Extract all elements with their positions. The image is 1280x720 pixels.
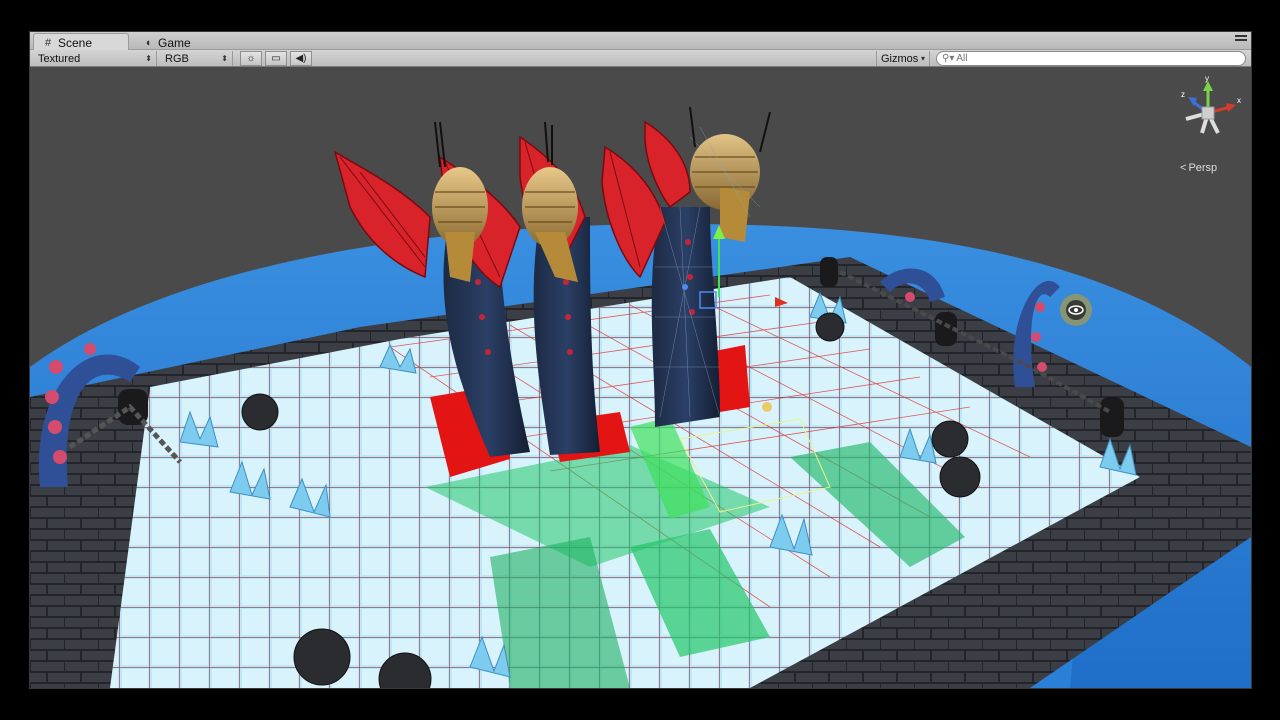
eye-icon [1060,294,1092,326]
panel-menu-icon[interactable] [1235,35,1247,45]
search-input[interactable] [956,53,1227,64]
scene-effects-button[interactable]: ▭ [265,51,287,66]
dropdown-arrows-icon: ⬍ [221,54,228,63]
scene-toolbar: Textured ⬍ RGB ⬍ ☼ ▭ ◀) Gizmos ▾ ⚲▾ [30,50,1251,67]
render-mode-value: Textured [38,52,81,65]
chevron-left-icon: < [1180,162,1187,174]
tab-game-label: Game [158,36,191,50]
dropdown-arrows-icon: ⬍ [145,54,152,63]
orientation-gizmo[interactable]: y x z [1170,75,1246,151]
grid-icon: # [44,37,52,49]
z-axis-label: z [1181,90,1185,99]
channel-dropdown[interactable]: RGB ⬍ [161,51,233,66]
scene-viewport[interactable]: y x z < Persp [30,67,1251,688]
speaker-icon: ◀) [295,53,307,64]
scene-view-window: # Scene ◖ Game Textured ⬍ RGB ⬍ ☼ ▭ ◀) G… [29,31,1252,689]
render-mode-dropdown[interactable]: Textured ⬍ [34,51,157,66]
scene-audio-button[interactable]: ◀) [290,51,312,66]
projection-toggle[interactable]: < Persp [1180,162,1217,174]
tab-game[interactable]: ◖ Game [133,33,223,50]
image-icon: ▭ [271,53,281,64]
pacman-icon: ◖ [144,37,152,49]
dropdown-arrow-icon: ▾ [920,54,925,63]
scene-lighting-button[interactable]: ☼ [240,51,262,66]
channel-value: RGB [165,52,189,65]
x-axis-cone[interactable] [1226,103,1236,112]
gizmos-label: Gizmos [881,52,919,65]
scene-render [30,106,1251,688]
projection-label: Persp [1188,162,1218,174]
sun-icon: ☼ [246,53,256,64]
search-icon: ⚲▾ [942,53,955,64]
x-axis-label: x [1237,96,1241,105]
tab-scene[interactable]: # Scene [33,33,129,50]
hierarchy-search[interactable]: ⚲▾ [936,51,1246,66]
tab-bar: # Scene ◖ Game [30,32,1251,50]
y-axis-label: y [1205,75,1209,83]
gizmos-dropdown[interactable]: Gizmos ▾ [876,51,930,66]
tab-scene-label: Scene [58,36,93,50]
